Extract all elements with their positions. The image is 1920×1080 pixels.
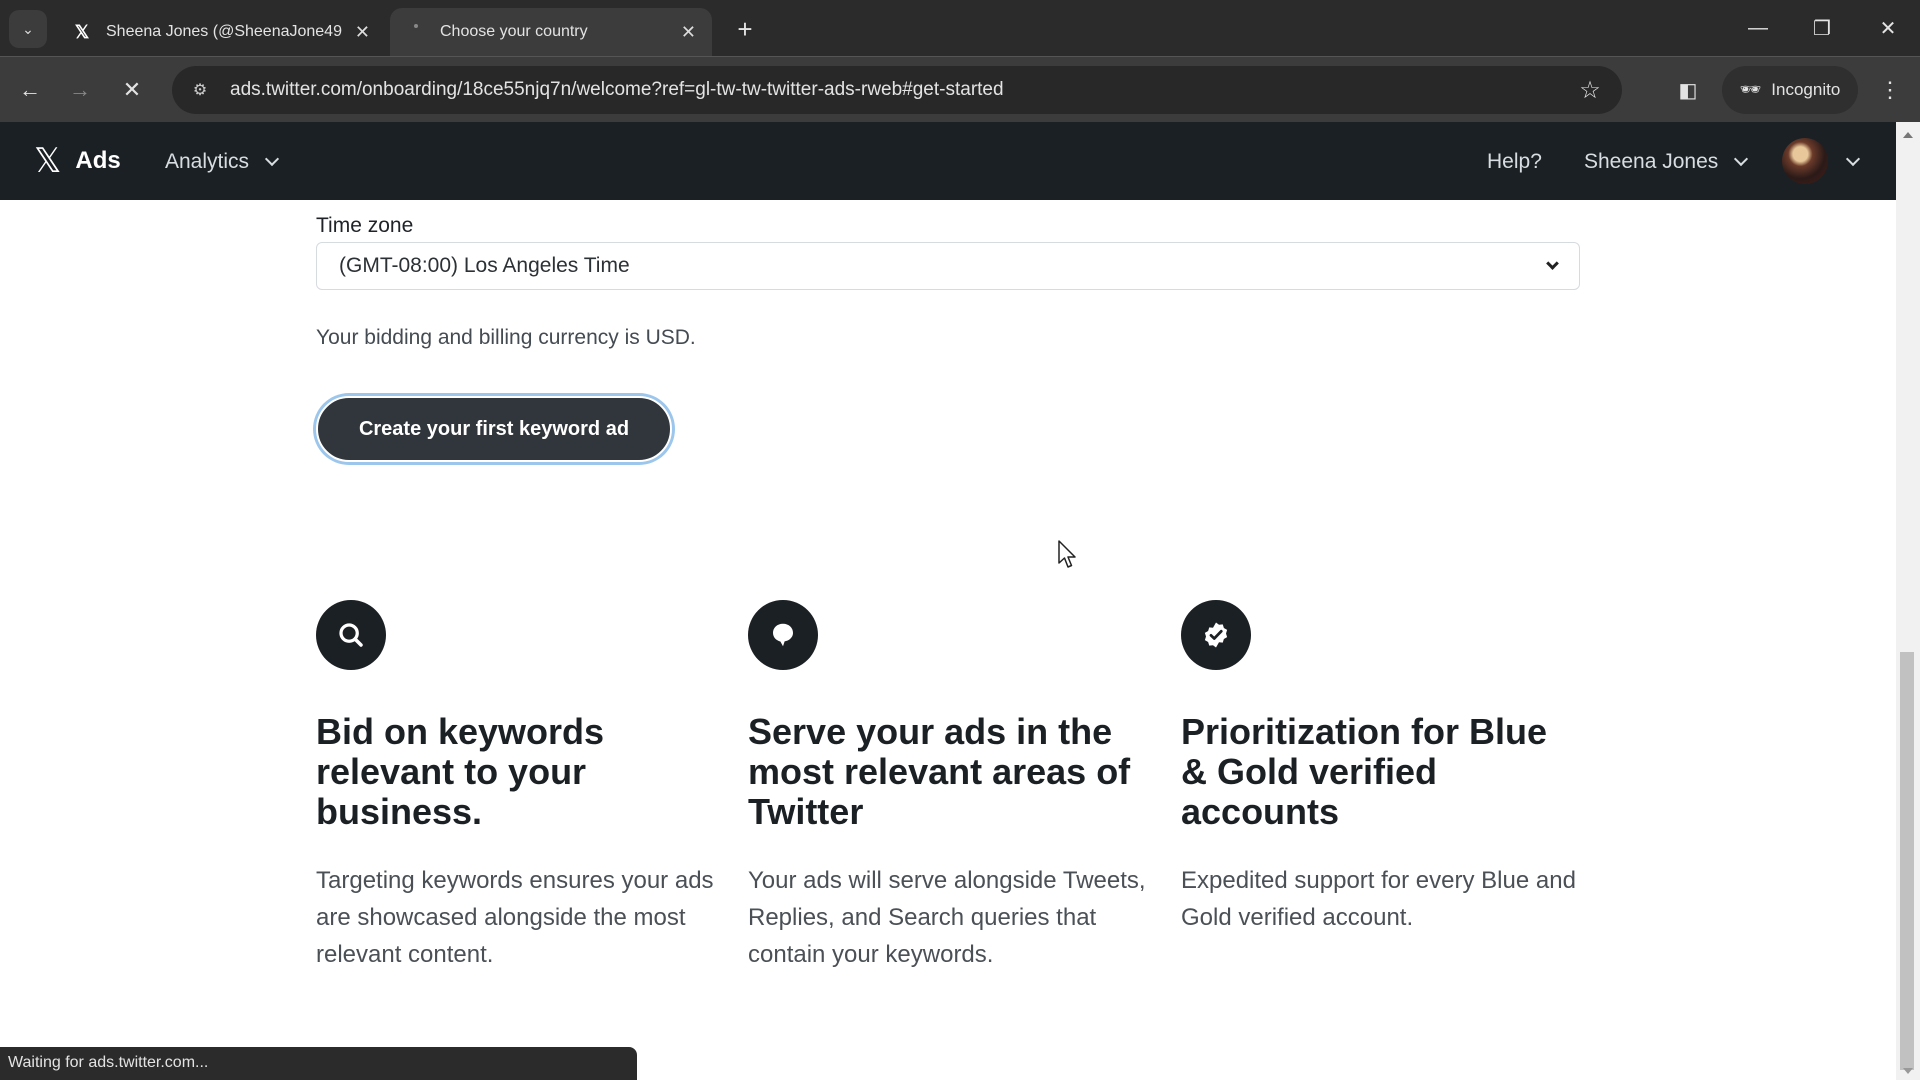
feature-card: Bid on keywords relevant to your busines… <box>316 600 716 973</box>
browser-tab-bar: ⌄ 𝕏 Sheena Jones (@SheenaJone49 ✕ Choose… <box>0 0 1920 56</box>
side-panel-icon[interactable]: ◧ <box>1670 72 1706 108</box>
avatar[interactable] <box>1782 138 1828 184</box>
chevron-down-icon <box>1546 256 1559 270</box>
ads-header: 𝕏 Ads Analytics Help? Sheena Jones <box>0 122 1896 200</box>
currency-note: Your bidding and billing currency is USD… <box>316 326 696 349</box>
chevron-down-icon <box>1845 151 1861 167</box>
tab-choose-country[interactable]: Choose your country ✕ <box>390 8 712 56</box>
feature-title: Serve your ads in the most relevant area… <box>748 711 1131 832</box>
ads-logo[interactable]: 𝕏 Ads <box>34 141 121 181</box>
create-keyword-ad-button[interactable]: Create your first keyword ad <box>316 396 672 462</box>
tab-sheena-jones[interactable]: 𝕏 Sheena Jones (@SheenaJone49 ✕ <box>56 8 386 56</box>
bookmark-star-icon[interactable]: ☆ <box>1570 76 1610 105</box>
url-text[interactable]: ads.twitter.com/onboarding/18ce55njq7n/w… <box>220 79 1570 101</box>
feature-title: Prioritization for Blue & Gold verified … <box>1181 711 1548 832</box>
mouse-cursor-icon <box>1058 540 1078 575</box>
x-logo-icon: 𝕏 <box>74 21 90 42</box>
page-scrollbar[interactable] <box>1896 122 1920 1080</box>
scrollbar-thumb[interactable] <box>1900 652 1914 1070</box>
loading-icon <box>406 22 426 42</box>
close-tab-icon[interactable]: ✕ <box>681 22 696 43</box>
help-link[interactable]: Help? <box>1487 146 1542 178</box>
back-icon[interactable]: ← <box>12 72 48 108</box>
stop-loading-icon[interactable]: ✕ <box>114 72 150 108</box>
site-settings-icon[interactable]: ⚙ <box>180 80 220 100</box>
feature-card: Prioritization for Blue & Gold verified … <box>1181 600 1581 936</box>
tab-title: Sheena Jones (@SheenaJone49 <box>106 23 342 40</box>
speech-bubble-icon <box>748 600 818 670</box>
browser-status-bar: Waiting for ads.twitter.com... <box>0 1047 637 1080</box>
feature-description: Your ads will serve alongside Tweets, Re… <box>748 867 1146 968</box>
x-logo-icon: 𝕏 <box>34 141 62 181</box>
tab-title: Choose your country <box>440 23 588 40</box>
feature-description: Targeting keywords ensures your ads are … <box>316 867 714 968</box>
brand-label: Ads <box>75 147 121 174</box>
feature-card: Serve your ads in the most relevant area… <box>748 600 1148 973</box>
account-menu[interactable]: Sheena Jones <box>1584 146 1749 178</box>
chevron-down-icon <box>1734 151 1749 167</box>
scroll-down-icon[interactable] <box>1903 1068 1913 1074</box>
incognito-label: Incognito <box>1771 80 1841 99</box>
address-bar[interactable]: ⚙ ads.twitter.com/onboarding/18ce55njq7n… <box>172 66 1622 114</box>
analytics-label: Analytics <box>165 150 250 173</box>
incognito-icon: 🕶 <box>1739 80 1762 99</box>
timezone-value: (GMT-08:00) Los Angeles Time <box>339 254 630 277</box>
forward-icon[interactable]: → <box>62 72 98 108</box>
user-name: Sheena Jones <box>1584 150 1719 173</box>
close-window-icon[interactable]: ✕ <box>1868 10 1908 46</box>
timezone-label: Time zone <box>316 214 414 237</box>
feature-description: Expedited support for every Blue and Gol… <box>1181 867 1576 931</box>
avatar-menu-button[interactable] <box>1842 146 1861 178</box>
scroll-up-icon[interactable] <box>1903 132 1913 138</box>
minimize-icon[interactable]: — <box>1738 10 1778 46</box>
analytics-menu[interactable]: Analytics <box>165 146 280 178</box>
new-tab-button[interactable]: + <box>730 12 760 46</box>
search-icon <box>316 600 386 670</box>
tab-search-button[interactable]: ⌄ <box>9 10 47 48</box>
help-label: Help? <box>1487 150 1542 173</box>
chevron-down-icon <box>264 151 280 167</box>
restore-icon[interactable]: ❐ <box>1802 10 1842 46</box>
browser-menu-icon[interactable]: ⋮ <box>1872 72 1908 108</box>
incognito-indicator[interactable]: 🕶 Incognito <box>1722 66 1858 114</box>
chevron-down-icon: ⌄ <box>22 20 34 37</box>
browser-toolbar: ← → ✕ ⚙ ads.twitter.com/onboarding/18ce5… <box>0 56 1920 122</box>
close-tab-icon[interactable]: ✕ <box>355 22 370 43</box>
verified-badge-icon <box>1181 600 1251 670</box>
timezone-select[interactable]: (GMT-08:00) Los Angeles Time <box>316 242 1580 290</box>
feature-title: Bid on keywords relevant to your busines… <box>316 711 605 832</box>
